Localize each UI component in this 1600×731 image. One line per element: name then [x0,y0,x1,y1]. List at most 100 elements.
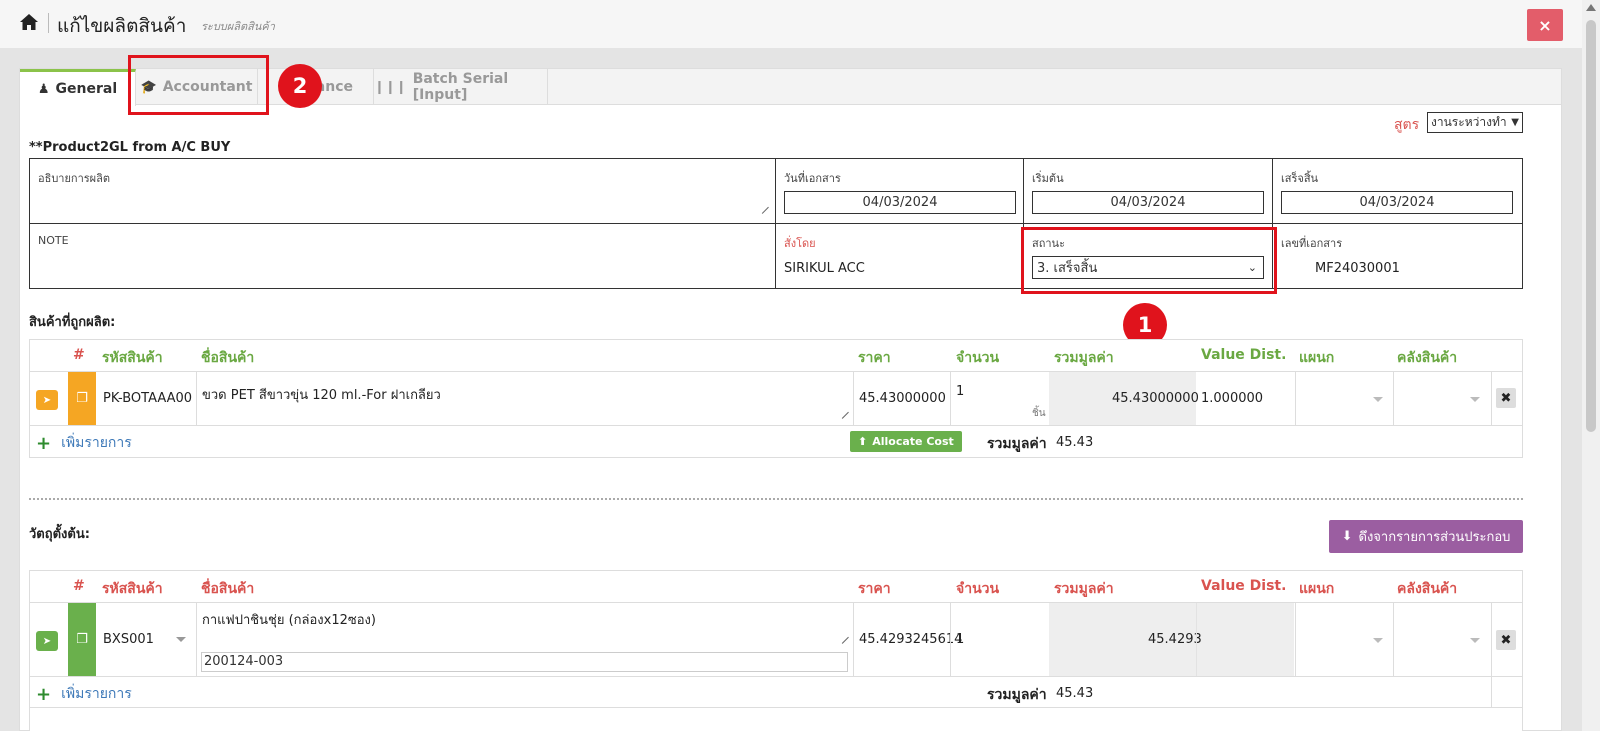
start-date-input[interactable]: 04/03/2024 [1032,191,1264,214]
col-name: ชื่อสินค้า [201,350,255,366]
allocate-cost-label: Allocate Cost [872,435,954,448]
materials-sum-label: รวมมูลค่า [987,687,1047,703]
title-separator [48,13,49,33]
material-name[interactable]: กาแฟปาชินชุ่ย (กล่องx12ซอง) [202,609,376,630]
material-code[interactable]: BXS001 [103,632,154,647]
delete-row-icon[interactable]: ✖ [1496,630,1516,650]
pull-components-button[interactable]: ⬇ ดึงจากรายการส่วนประกอบ [1329,520,1523,553]
finish-date-label: เสร็จสิ้น [1281,172,1319,185]
produced-unit: ชิ้น [1032,408,1046,419]
materials-section-title: วัตถุตั้งต้น: [29,527,90,542]
col-warehouse: คลังสินค้า [1397,350,1458,366]
arrow-up-icon: ⬆ [858,435,868,448]
start-date-cell: เริ่มต้น 04/03/2024 [1024,159,1273,224]
tab-batch-serial[interactable]: ❙❙❙ Batch Serial [Input] [374,69,548,105]
formula-select[interactable]: งานระหว่างทำ ▼ [1427,112,1523,133]
plus-icon: + [36,683,52,705]
resize-handle-icon[interactable] [836,406,849,419]
produced-total: 45.43000000 [1112,391,1199,406]
column-divider [1196,603,1197,676]
home-icon[interactable] [19,13,39,31]
column-divider [1491,372,1492,425]
code-dropdown-icon[interactable] [176,637,186,642]
material-total: 45.4293 [1148,632,1202,647]
add-produced-item-link[interactable]: + เพิ่มรายการ [36,432,132,454]
col-dept: แผนก [1299,350,1335,366]
ordered-by-value: SIRIKUL ACC [784,261,865,276]
copy-icon[interactable]: ❐ [68,372,96,425]
column-divider [853,603,854,676]
finish-date-cell: เสร็จสิ้น 04/03/2024 [1273,159,1522,224]
note-label: NOTE [38,234,69,247]
produced-qty[interactable]: 1 [956,384,964,399]
produced-sum-value: 45.43 [1056,435,1094,450]
add-material-label: เพิ่มรายการ [61,686,132,702]
col-name: ชื่อสินค้า [201,581,255,597]
produced-section-title: สินค้าที่ถูกผลิต: [29,315,116,330]
formula-label: สูตร [1394,117,1420,133]
table-row: ➤ ❐ PK-BOTAAA00 ขวด PET สีขาวขุ่น 120 ml… [30,372,1522,426]
lot-number-input[interactable]: 200124-003 [201,652,848,672]
column-divider [950,603,951,676]
tab-general[interactable]: ♟ General [20,69,136,106]
add-material-item-link[interactable]: + เพิ่มรายการ [36,683,132,705]
expand-row-icon[interactable]: ➤ [36,390,58,410]
page-title: แก้ไขผลิตสินค้า [57,15,187,37]
col-qty: จำนวน [956,581,1000,597]
col-dept: แผนก [1299,581,1335,597]
col-num: # [73,347,85,363]
produced-value-dist[interactable]: 1.000000 [1201,391,1263,406]
delete-row-icon[interactable]: ✖ [1496,388,1516,408]
produced-table-header: # รหัสสินค้า ชื่อสินค้า ราคา จำนวน รวมมู… [30,340,1522,372]
col-total: รวมมูลค่า [1054,581,1114,597]
formula-selected-value: งานระหว่างทำ [1431,115,1507,129]
barcode-icon: ❙❙❙ [374,79,407,95]
top-bar: แก้ไขผลิตสินค้า ระบบผลิตสินค้า × [0,0,1582,48]
page-scrollbar[interactable] [1582,0,1600,731]
doc-date-cell: วันที่เอกสาร 04/03/2024 [776,159,1024,224]
plus-icon: + [36,432,52,454]
table-row: ➤ ❐ BXS001 กาแฟปาชินชุ่ย (กล่องx12ซอง) 2… [30,603,1522,677]
production-form: อธิบายการผลิต วันที่เอกสาร 04/03/2024 เร… [29,158,1523,289]
chevron-down-icon: ▼ [1511,117,1519,128]
produced-table: # รหัสสินค้า ชื่อสินค้า ราคา จำนวน รวมมู… [29,339,1523,458]
dept-dropdown-icon[interactable] [1373,397,1383,402]
description-cell[interactable]: อธิบายการผลิต [30,159,776,224]
copy-icon[interactable]: ❐ [68,603,96,676]
produced-code[interactable]: PK-BOTAAA00 [103,391,192,406]
resize-handle-icon[interactable] [756,201,769,214]
expand-row-icon[interactable]: ➤ [36,631,58,651]
close-button[interactable]: × [1527,9,1563,41]
doc-no-value: MF24030001 [1315,261,1400,276]
finish-date-input[interactable]: 04/03/2024 [1281,191,1513,214]
tab-general-label: General [55,81,118,97]
warehouse-dropdown-icon[interactable] [1470,638,1480,643]
highlight-status-select [1021,227,1277,294]
resize-handle-icon[interactable] [836,631,849,644]
material-price[interactable]: 45.4293245614 [859,632,962,647]
download-icon: ⬇ [1341,529,1353,544]
highlight-accountant-tab [128,55,269,115]
col-price: ราคา [858,350,891,366]
description-label: อธิบายการผลิต [38,172,110,185]
column-divider [1295,603,1296,676]
scroll-up-icon[interactable] [1586,4,1596,11]
doc-date-input[interactable]: 04/03/2024 [784,191,1016,214]
pull-components-label: ดึงจากรายการส่วนประกอบ [1358,530,1511,545]
material-qty[interactable]: 1 [956,632,964,647]
doc-date-label: วันที่เอกสาร [784,172,841,185]
note-cell[interactable]: NOTE [30,224,776,288]
produced-sum-label: รวมมูลค่า [987,436,1047,452]
column-divider [1491,603,1492,676]
dept-dropdown-icon[interactable] [1373,638,1383,643]
materials-table-header: # รหัสสินค้า ชื่อสินค้า ราคา จำนวน รวมมู… [30,571,1522,603]
warehouse-dropdown-icon[interactable] [1470,397,1480,402]
produced-price[interactable]: 45.43000000 [859,391,946,406]
allocate-cost-button[interactable]: ⬆ Allocate Cost [850,431,962,452]
col-value-dist: Value Dist. [1201,578,1287,594]
doc-no-label: เลขที่เอกสาร [1281,237,1343,250]
column-divider [1393,603,1394,676]
produced-name[interactable]: ขวด PET สีขาวขุ่น 120 ml.-For ฝาเกลียว [202,384,441,405]
column-divider [1393,372,1394,425]
scroll-thumb[interactable] [1586,20,1596,432]
